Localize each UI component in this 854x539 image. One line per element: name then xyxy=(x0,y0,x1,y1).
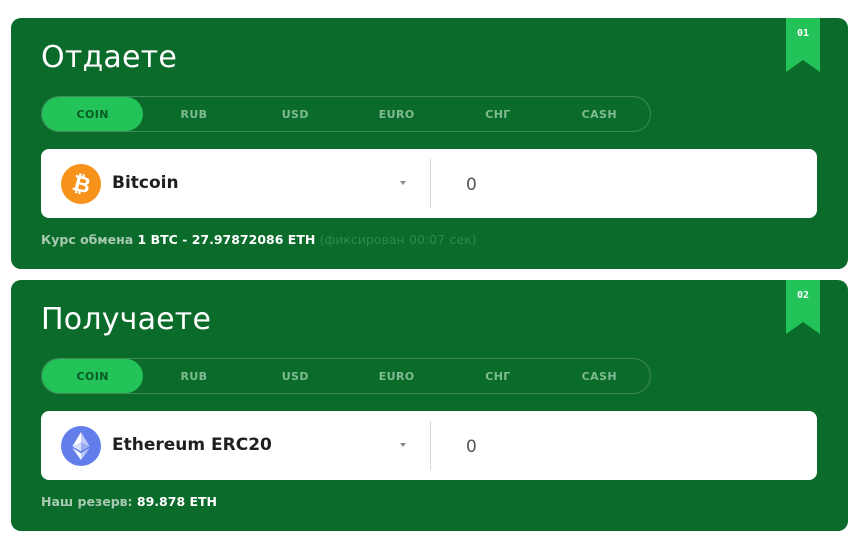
rate-fixed-label: (фиксирован xyxy=(319,232,405,247)
reserve-label: Наш резерв: xyxy=(41,494,133,509)
rate-timer: 00:07 xyxy=(409,232,446,247)
give-panel: Отдаете 01 COIN RUB USD EURO СНГ CASH ₿ … xyxy=(11,18,848,269)
tab-sng[interactable]: СНГ xyxy=(447,97,548,131)
rate-label: Курс обмена xyxy=(41,232,134,247)
rate-value: 1 BTC - 27.97872086 ETH xyxy=(137,232,316,247)
give-currency-name[interactable]: Bitcoin xyxy=(112,149,179,218)
get-panel: Получаете 02 COIN RUB USD EURO СНГ CASH … xyxy=(11,280,848,531)
get-amount-input[interactable] xyxy=(441,423,828,470)
tab-cash[interactable]: CASH xyxy=(549,97,650,131)
divider xyxy=(430,421,431,470)
tab-coin[interactable]: COIN xyxy=(42,359,144,393)
get-currency-tabs: COIN RUB USD EURO СНГ CASH xyxy=(41,358,651,394)
tab-cash[interactable]: CASH xyxy=(549,359,650,393)
bitcoin-icon: ₿ xyxy=(61,164,101,204)
give-amount-input[interactable] xyxy=(441,161,828,208)
chevron-down-icon[interactable] xyxy=(399,179,407,187)
tab-euro[interactable]: EURO xyxy=(346,359,447,393)
reserve-value: 89.878 ETH xyxy=(136,494,218,509)
divider xyxy=(430,159,431,208)
exchange-rate: Курс обмена 1 BTC - 27.97872086 ETH (фик… xyxy=(41,232,476,247)
tab-usd[interactable]: USD xyxy=(245,359,346,393)
step-number: 01 xyxy=(796,28,810,39)
give-currency-tabs: COIN RUB USD EURO СНГ CASH xyxy=(41,96,651,132)
step-badge: 02 xyxy=(786,280,820,334)
get-currency-name[interactable]: Ethereum ERC20 xyxy=(112,411,272,480)
step-number: 02 xyxy=(796,290,810,301)
give-title: Отдаете xyxy=(41,40,178,75)
tab-rub[interactable]: RUB xyxy=(143,359,244,393)
chevron-down-icon[interactable] xyxy=(399,441,407,449)
tab-euro[interactable]: EURO xyxy=(346,97,447,131)
give-currency-selector: ₿ Bitcoin xyxy=(41,149,828,218)
rate-timer-unit: сек) xyxy=(449,232,477,247)
tab-coin[interactable]: COIN xyxy=(42,97,144,131)
ethereum-icon xyxy=(61,426,101,466)
get-currency-selector: Ethereum ERC20 xyxy=(41,411,828,480)
tab-usd[interactable]: USD xyxy=(245,97,346,131)
tab-sng[interactable]: СНГ xyxy=(447,359,548,393)
tab-rub[interactable]: RUB xyxy=(143,97,244,131)
step-badge: 01 xyxy=(786,18,820,72)
get-title: Получаете xyxy=(41,302,212,337)
reserve-info: Наш резерв: 89.878 ETH xyxy=(41,494,217,509)
